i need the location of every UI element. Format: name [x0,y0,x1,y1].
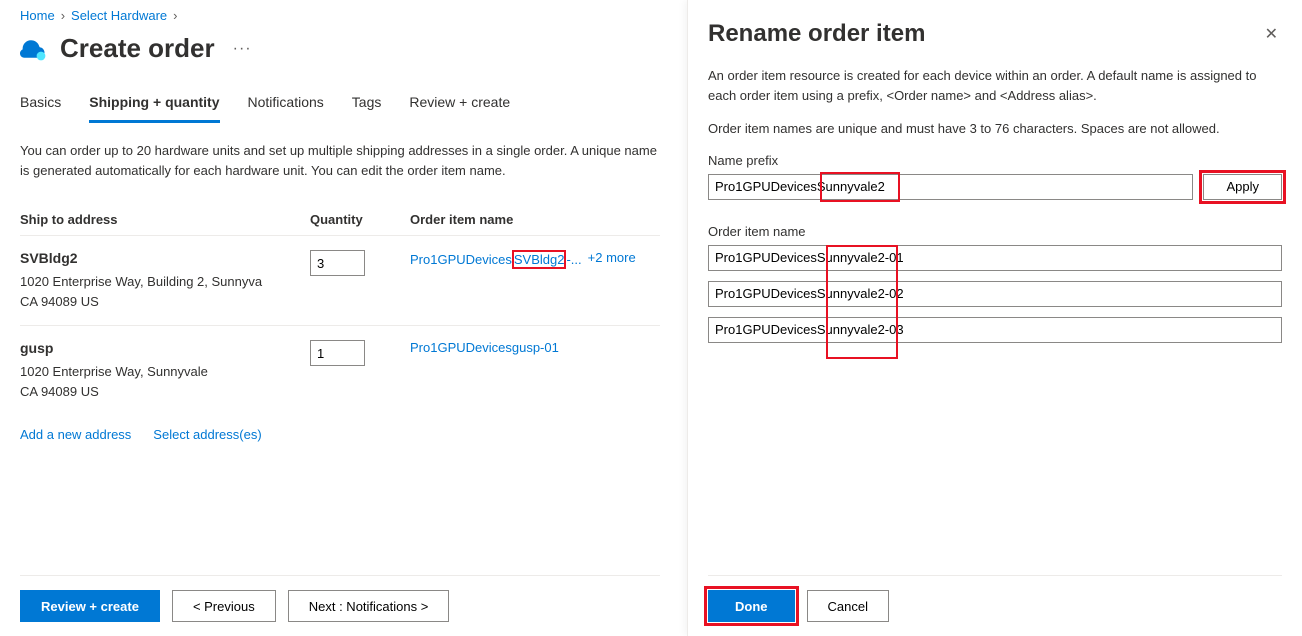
blade-description: Order item names are unique and must hav… [708,119,1282,139]
tab-shipping-quantity[interactable]: Shipping + quantity [89,88,219,123]
rename-order-item-blade: Rename order item ✕ An order item resour… [687,0,1302,636]
apply-button[interactable]: Apply [1203,174,1282,200]
blade-title: Rename order item [708,20,925,48]
order-item-name-link[interactable]: Pro1GPUDevicesSVBldg2-... [410,250,582,269]
name-prefix-label: Name prefix [708,153,1282,168]
breadcrumb-select-hardware[interactable]: Select Hardware [71,8,167,23]
more-items-link[interactable]: +2 more [588,250,636,265]
breadcrumb-home[interactable]: Home [20,8,55,23]
item-name-prefix: Pro1GPUDevices [410,252,512,267]
order-item-name-input[interactable] [708,281,1282,307]
address-line: 1020 Enterprise Way, Building 2, Sunnyva [20,272,310,292]
quantity-input[interactable] [310,250,365,276]
address-line: CA 94089 US [20,292,310,312]
order-item-name-list [708,245,1282,343]
breadcrumb: Home › Select Hardware › [20,8,660,23]
col-header-address: Ship to address [20,212,310,227]
order-item-name-input[interactable] [708,317,1282,343]
order-item-name-input[interactable] [708,245,1282,271]
footer-bar: Review + create < Previous Next : Notifi… [20,575,660,636]
tab-notifications[interactable]: Notifications [248,88,324,123]
azure-edge-icon [20,35,48,63]
tab-basics[interactable]: Basics [20,88,61,123]
tabs: Basics Shipping + quantity Notifications… [20,88,660,123]
name-prefix-input[interactable] [708,174,1193,200]
next-button[interactable]: Next : Notifications > [288,590,450,622]
item-name-suffix: -... [566,252,581,267]
add-address-link[interactable]: Add a new address [20,427,131,442]
address-line: 1020 Enterprise Way, Sunnyvale [20,362,310,382]
review-create-button[interactable]: Review + create [20,590,160,622]
chevron-right-icon: › [61,8,65,23]
col-header-item-name: Order item name [410,212,660,227]
more-actions-icon[interactable]: ··· [227,40,258,58]
chevron-right-icon: › [173,8,177,23]
quantity-input[interactable] [310,340,365,366]
select-addresses-link[interactable]: Select address(es) [153,427,261,442]
tab-review-create[interactable]: Review + create [409,88,510,123]
blade-description: An order item resource is created for ea… [708,66,1282,105]
address-alias: gusp [20,340,310,356]
cancel-button[interactable]: Cancel [807,590,889,622]
address-line: CA 94089 US [20,382,310,402]
shipping-table: Ship to address Quantity Order item name… [20,204,660,415]
close-icon[interactable]: ✕ [1261,20,1282,48]
done-button[interactable]: Done [708,590,795,622]
previous-button[interactable]: < Previous [172,590,276,622]
address-alias: SVBldg2 [20,250,310,266]
tab-tags[interactable]: Tags [352,88,382,123]
table-row: gusp 1020 Enterprise Way, Sunnyvale CA 9… [20,325,660,415]
intro-text: You can order up to 20 hardware units an… [20,141,660,180]
highlight-box: SVBldg2 [512,250,567,269]
col-header-quantity: Quantity [310,212,410,227]
order-item-name-link[interactable]: Pro1GPUDevicesgusp-01 [410,340,559,355]
blade-footer: Done Cancel [708,575,1282,636]
order-item-name-label: Order item name [708,224,1282,239]
table-row: SVBldg2 1020 Enterprise Way, Building 2,… [20,235,660,325]
page-title: Create order [60,33,215,64]
